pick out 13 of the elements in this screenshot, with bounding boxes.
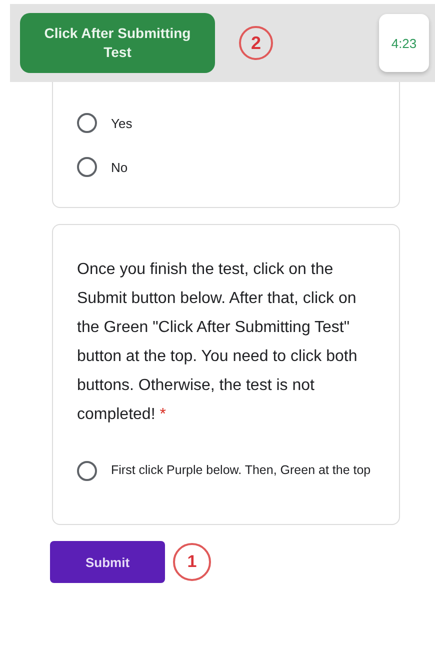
finish-button[interactable]: Click After Submitting Test [20,13,215,73]
option-label: No [111,160,128,174]
step-marker: 1 [173,543,211,581]
required-mark: * [160,406,166,423]
radio-button[interactable] [77,113,97,133]
radio-button[interactable] [77,460,97,480]
submit-button[interactable]: Submit [50,541,165,583]
option-label: First click Purple below. Then, Green at the top [111,462,371,479]
question-text: Once you finish the test, click on the Submit button below. After that, click on the Green "Click After Submitting Test" button at the top. You need to click both buttons. Otherwise, the test is not completed! * [77,260,358,425]
radio-button[interactable] [77,157,97,177]
step-marker: 2 [239,26,273,60]
timer: 4:23 [379,14,429,72]
option-label: Yes [111,116,132,130]
